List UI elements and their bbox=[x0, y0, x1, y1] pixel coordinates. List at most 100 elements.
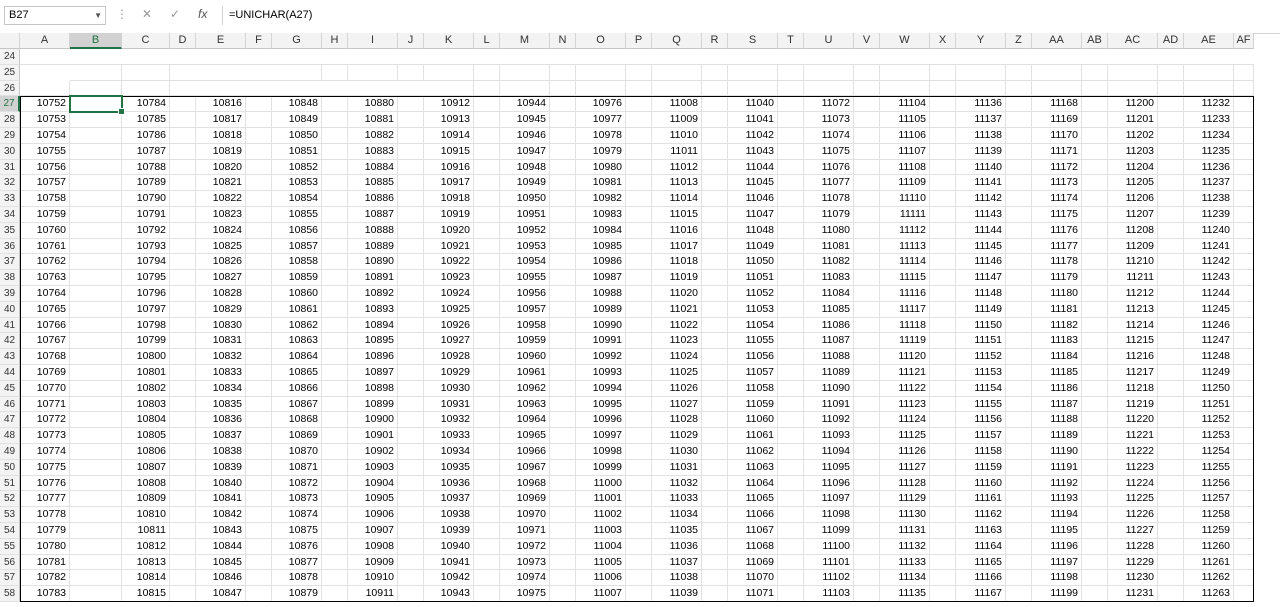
code-cell[interactable]: 10893 bbox=[348, 301, 398, 318]
symbol-cell[interactable] bbox=[550, 175, 576, 192]
column-header-x[interactable]: X bbox=[930, 33, 956, 49]
code-cell[interactable]: 10768 bbox=[20, 349, 70, 365]
code-cell[interactable]: 11207 bbox=[1108, 207, 1158, 223]
code-cell[interactable]: 10763 bbox=[20, 270, 70, 286]
code-cell[interactable]: 11030 bbox=[652, 444, 702, 460]
symbol-cell[interactable] bbox=[778, 301, 804, 318]
code-cell[interactable]: 10835 bbox=[196, 396, 246, 413]
cell[interactable] bbox=[1234, 64, 1254, 81]
symbol-cell[interactable] bbox=[550, 254, 576, 271]
code-cell[interactable]: 10918 bbox=[424, 191, 474, 207]
code-cell[interactable]: 11154 bbox=[956, 380, 1006, 397]
code-cell[interactable]: 11105 bbox=[880, 112, 930, 128]
code-cell[interactable]: 10820 bbox=[196, 159, 246, 176]
symbol-cell[interactable] bbox=[1234, 112, 1254, 128]
symbol-cell[interactable] bbox=[1006, 412, 1032, 429]
symbol-cell[interactable] bbox=[70, 128, 122, 144]
symbol-cell[interactable] bbox=[1234, 333, 1254, 350]
code-cell[interactable]: 10882 bbox=[348, 128, 398, 144]
cell[interactable] bbox=[1032, 80, 1082, 97]
code-cell[interactable]: 11125 bbox=[880, 428, 930, 444]
symbol-cell[interactable] bbox=[550, 396, 576, 413]
column-header-a[interactable]: A bbox=[20, 33, 70, 49]
cell[interactable] bbox=[1006, 64, 1032, 81]
code-cell[interactable]: 11094 bbox=[804, 444, 854, 460]
code-cell[interactable]: 11110 bbox=[880, 191, 930, 207]
symbol-cell[interactable] bbox=[1082, 428, 1108, 444]
column-header-ad[interactable]: AD bbox=[1158, 33, 1184, 49]
code-cell[interactable]: 11254 bbox=[1184, 444, 1234, 460]
symbol-cell[interactable] bbox=[322, 207, 348, 223]
symbol-cell[interactable] bbox=[626, 523, 652, 539]
symbol-cell[interactable] bbox=[702, 175, 728, 192]
code-cell[interactable]: 10880 bbox=[348, 96, 398, 113]
code-cell[interactable]: 10969 bbox=[500, 491, 550, 508]
symbol-cell[interactable] bbox=[70, 333, 122, 350]
symbol-cell[interactable] bbox=[930, 570, 956, 587]
code-cell[interactable]: 11148 bbox=[956, 286, 1006, 302]
symbol-cell[interactable] bbox=[1158, 523, 1184, 539]
code-cell[interactable]: 11241 bbox=[1184, 238, 1234, 255]
symbol-cell[interactable] bbox=[702, 128, 728, 144]
code-cell[interactable]: 11186 bbox=[1032, 380, 1082, 397]
symbol-cell[interactable] bbox=[1006, 538, 1032, 555]
cell[interactable] bbox=[322, 64, 348, 81]
code-cell[interactable]: 10857 bbox=[272, 238, 322, 255]
symbol-cell[interactable] bbox=[1158, 380, 1184, 397]
code-cell[interactable]: 10904 bbox=[348, 475, 398, 492]
code-cell[interactable]: 11188 bbox=[1032, 412, 1082, 429]
enter-icon[interactable]: ✓ bbox=[170, 7, 180, 21]
row-header-57[interactable]: 57 bbox=[0, 570, 20, 587]
symbol-cell[interactable] bbox=[930, 523, 956, 539]
symbol-cell[interactable] bbox=[170, 286, 196, 302]
symbol-cell[interactable] bbox=[246, 538, 272, 555]
symbol-cell[interactable] bbox=[398, 586, 424, 602]
code-cell[interactable]: 10932 bbox=[424, 412, 474, 429]
symbol-cell[interactable] bbox=[246, 396, 272, 413]
symbol-cell[interactable] bbox=[170, 507, 196, 523]
symbol-cell[interactable] bbox=[550, 554, 576, 571]
symbol-cell[interactable] bbox=[1158, 222, 1184, 239]
code-cell[interactable]: 10855 bbox=[272, 207, 322, 223]
symbol-cell[interactable] bbox=[626, 286, 652, 302]
code-cell[interactable]: 11015 bbox=[652, 207, 702, 223]
symbol-cell[interactable] bbox=[626, 444, 652, 460]
symbol-cell[interactable] bbox=[474, 333, 500, 350]
code-cell[interactable]: 11191 bbox=[1032, 459, 1082, 476]
code-cell[interactable]: 11200 bbox=[1108, 96, 1158, 113]
code-cell[interactable]: 10795 bbox=[122, 270, 170, 286]
symbol-cell[interactable] bbox=[702, 112, 728, 128]
symbol-cell[interactable] bbox=[246, 475, 272, 492]
code-cell[interactable]: 10776 bbox=[20, 475, 70, 492]
code-cell[interactable]: 10993 bbox=[576, 365, 626, 381]
symbol-cell[interactable] bbox=[778, 491, 804, 508]
code-cell[interactable]: 11109 bbox=[880, 175, 930, 192]
code-cell[interactable]: 11014 bbox=[652, 191, 702, 207]
symbol-cell[interactable] bbox=[1234, 538, 1254, 555]
symbol-cell[interactable] bbox=[778, 570, 804, 587]
code-cell[interactable]: 10999 bbox=[576, 459, 626, 476]
code-cell[interactable]: 10947 bbox=[500, 143, 550, 160]
symbol-cell[interactable] bbox=[1082, 365, 1108, 381]
column-header-z[interactable]: Z bbox=[1006, 33, 1032, 49]
code-cell[interactable]: 10774 bbox=[20, 444, 70, 460]
cell[interactable] bbox=[956, 64, 1006, 81]
symbol-cell[interactable] bbox=[70, 270, 122, 286]
code-cell[interactable]: 10793 bbox=[122, 238, 170, 255]
code-cell[interactable]: 11214 bbox=[1108, 317, 1158, 334]
symbol-cell[interactable] bbox=[1082, 286, 1108, 302]
symbol-cell[interactable] bbox=[322, 270, 348, 286]
code-cell[interactable]: 10877 bbox=[272, 554, 322, 571]
cell[interactable] bbox=[652, 64, 702, 81]
code-cell[interactable]: 10816 bbox=[196, 96, 246, 113]
code-cell[interactable]: 11065 bbox=[728, 491, 778, 508]
symbol-cell[interactable] bbox=[626, 428, 652, 444]
code-cell[interactable]: 11120 bbox=[880, 349, 930, 365]
code-cell[interactable]: 10889 bbox=[348, 238, 398, 255]
code-cell[interactable]: 10911 bbox=[348, 586, 398, 602]
code-cell[interactable]: 11005 bbox=[576, 554, 626, 571]
code-cell[interactable]: 11106 bbox=[880, 128, 930, 144]
symbol-cell[interactable] bbox=[550, 286, 576, 302]
code-cell[interactable]: 11198 bbox=[1032, 570, 1082, 587]
symbol-cell[interactable] bbox=[246, 554, 272, 571]
